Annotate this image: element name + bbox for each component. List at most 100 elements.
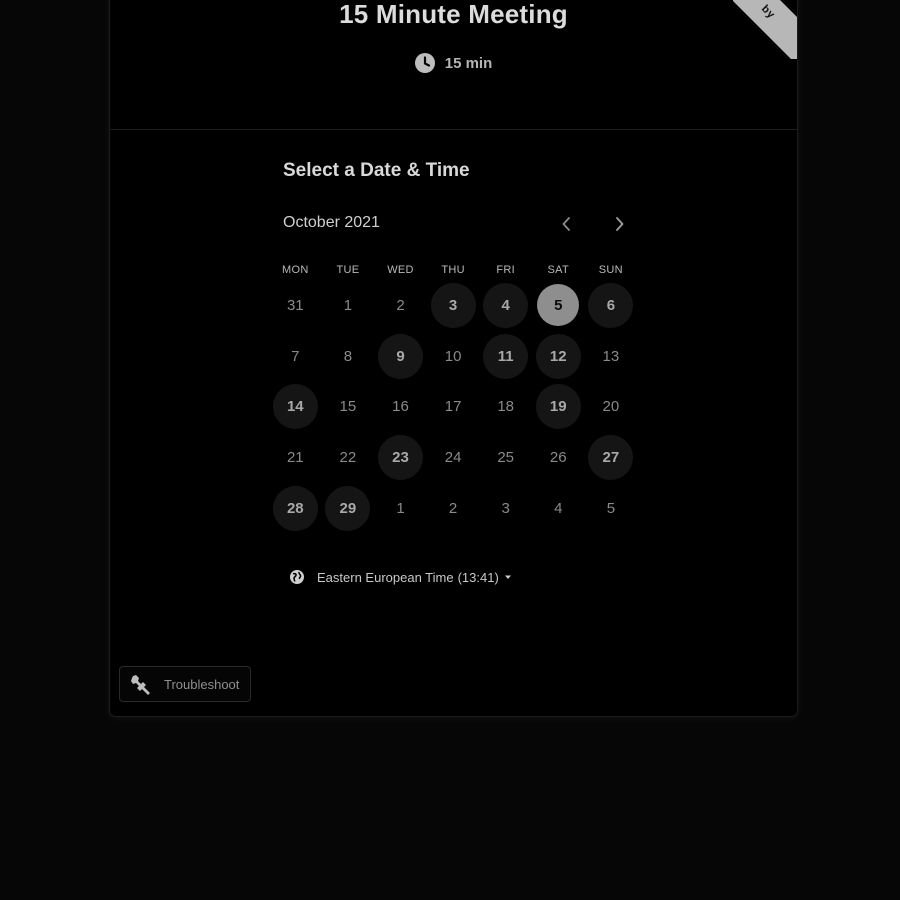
calendar-day-cell: 24 — [427, 432, 480, 483]
troubleshoot-label: Troubleshoot — [164, 676, 240, 692]
calendar-day-available[interactable]: 28 — [272, 486, 318, 532]
calendar-day: 17 — [444, 398, 462, 416]
calendar-day-available[interactable]: 12 — [535, 333, 581, 379]
month-navigation: October 2021 — [283, 214, 637, 238]
calendar-day-cell: 4 — [479, 280, 532, 331]
calendar-day-cell: 6 — [585, 280, 638, 331]
calendar-week-row: 31 1 2 3 4 5 6 — [269, 280, 637, 331]
calendar-day-available[interactable]: 14 — [272, 384, 318, 430]
calendar-day-selected[interactable]: 5 — [537, 284, 580, 327]
calendar-day-cell: 19 — [532, 382, 585, 433]
calendar-day-cell: 2 — [427, 483, 480, 534]
calendar-day: 15 — [339, 398, 357, 416]
weekday-mon: MON — [282, 264, 309, 276]
calendar-day-cell: 9 — [374, 331, 427, 382]
calendar-day-cell: 28 — [269, 483, 322, 534]
calendar-day: 3 — [501, 500, 510, 518]
event-header: 15 Minute Meeting 15 min — [110, 0, 797, 130]
calendar-day: 7 — [291, 347, 300, 365]
weekday-wed: WED — [387, 264, 414, 276]
calendar-day-cell: 10 — [427, 331, 480, 382]
calendar-day-cell: 12 — [532, 331, 585, 382]
calendar-day: 20 — [602, 398, 620, 416]
calendar-day: 25 — [497, 449, 515, 467]
calendar-day-cell: 21 — [269, 432, 322, 483]
previous-month-button[interactable] — [555, 212, 579, 236]
timezone-label: Eastern European Time — [317, 569, 454, 585]
calendar-day-cell: 20 — [585, 382, 638, 433]
calendar-day-available[interactable]: 19 — [535, 384, 581, 430]
weekday-sun: SUN — [598, 264, 623, 276]
calendar-day-cell: 4 — [532, 483, 585, 534]
weekday-thu: THU — [441, 264, 465, 276]
calendar-grid: MON TUE WED THU FRI SAT SUN 31 1 2 3 4 5 6 7 8 9 10 11 12 1… — [269, 264, 637, 534]
calendar-day: 5 — [606, 500, 616, 518]
calendar-week-row: 21 22 23 24 25 26 27 — [269, 432, 637, 483]
section-title: Select a Date & Time — [283, 160, 470, 181]
calendar-day-cell: 25 — [479, 432, 532, 483]
calendar-day-cell: 26 — [532, 432, 585, 483]
calendar-day-cell: 16 — [374, 382, 427, 433]
calendar-day-cell: 29 — [322, 483, 375, 534]
calendar-day-cell: 31 — [269, 280, 322, 331]
calendar-day-cell: 3 — [427, 280, 480, 331]
calendar-day-available[interactable]: 9 — [377, 333, 423, 379]
weekday-sat: SAT — [547, 264, 569, 276]
calendar-day: 18 — [497, 398, 515, 416]
calendar-day-cell: 11 — [479, 331, 532, 382]
chevron-left-icon — [555, 212, 579, 236]
weekday-tue: TUE — [336, 264, 360, 276]
calendar-weeks: 31 1 2 3 4 5 6 7 8 9 10 11 12 13 14 15 16 17 18 19 20 21 22 23 2… — [269, 280, 637, 534]
calendar-day-cell: 2 — [374, 280, 427, 331]
calendar-day-available[interactable]: 3 — [430, 282, 476, 328]
event-duration: 15 min — [110, 53, 797, 73]
weekday-fri: FRI — [496, 264, 515, 276]
calendar-day-cell: 14 — [269, 382, 322, 433]
calendar-day-available[interactable]: 27 — [588, 435, 634, 481]
calendar-day: 1 — [396, 500, 405, 518]
chevron-right-icon — [607, 212, 631, 236]
troubleshoot-button[interactable]: Troubleshoot — [119, 666, 251, 702]
calendar-day: 26 — [549, 449, 567, 467]
calendar-day: 4 — [554, 500, 563, 518]
calendar-day: 16 — [392, 398, 409, 416]
timezone-selector[interactable]: Eastern European Time (13:41) — [289, 569, 513, 585]
calendar-day-cell: 23 — [374, 432, 427, 483]
next-month-button[interactable] — [607, 212, 631, 236]
calendar-day: 22 — [339, 449, 357, 467]
timezone-text: Eastern European Time (13:41) — [317, 570, 499, 585]
calendar-day-cell: 27 — [585, 432, 638, 483]
calendar-day: 13 — [602, 347, 620, 365]
calendar-day-cell: 5 — [532, 280, 585, 331]
calendar-day: 24 — [444, 449, 462, 467]
calendar-day-available[interactable]: 29 — [325, 486, 371, 532]
globe-icon — [289, 569, 305, 585]
calendar-day: 31 — [286, 296, 304, 314]
calendar-day-cell: 15 — [322, 382, 375, 433]
calendar-day-cell: 8 — [322, 331, 375, 382]
calendar-day-available[interactable]: 11 — [483, 333, 529, 379]
calendar-day-cell: 18 — [479, 382, 532, 433]
event-title: 15 Minute Meeting — [339, 0, 568, 29]
calendar-day-available[interactable]: 23 — [377, 435, 423, 481]
calendar-day-cell: 17 — [427, 382, 480, 433]
calendar-day-cell: 1 — [374, 483, 427, 534]
calendar-day: 8 — [343, 347, 353, 365]
calendar-day: 2 — [396, 296, 405, 314]
calendar-day-available[interactable]: 6 — [588, 282, 634, 328]
calendar-day-cell: 3 — [479, 483, 532, 534]
calendar-day-cell: 1 — [322, 280, 375, 331]
caret-down-icon — [503, 572, 513, 582]
calendar-day: 1 — [343, 296, 353, 314]
calendar-week-row: 28 29 1 2 3 4 5 — [269, 483, 637, 534]
timezone-time: (13:41) — [457, 569, 499, 585]
clock-icon — [414, 53, 435, 73]
calendar-day: 10 — [444, 347, 462, 365]
calendar-day: 21 — [286, 449, 304, 467]
calendar-day: 2 — [448, 500, 458, 518]
weekday-header-row: MON TUE WED THU FRI SAT SUN — [269, 264, 637, 280]
wrench-icon — [130, 672, 154, 696]
calendar-week-row: 14 15 16 17 18 19 20 — [269, 382, 637, 433]
calendar-day-cell: 13 — [585, 331, 638, 382]
calendar-day-available[interactable]: 4 — [483, 282, 529, 328]
